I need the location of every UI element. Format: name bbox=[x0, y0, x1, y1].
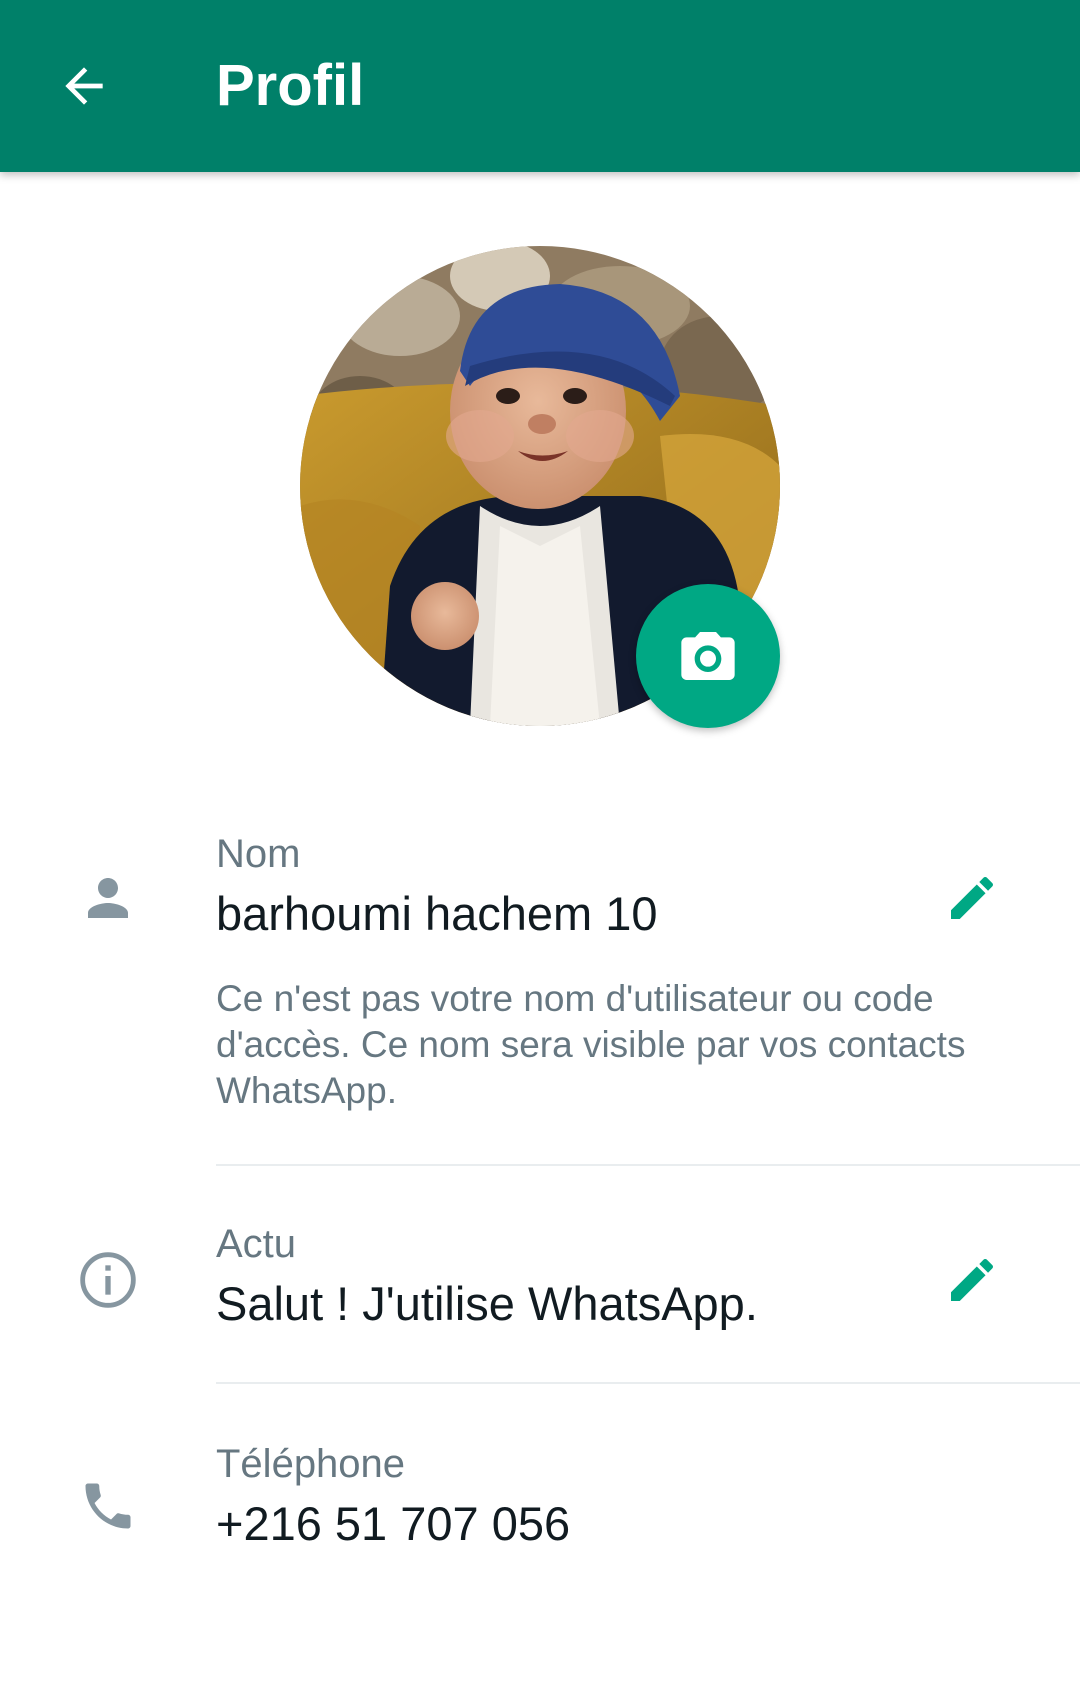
person-icon bbox=[72, 862, 144, 934]
phone-icon bbox=[72, 1470, 144, 1542]
pencil-icon bbox=[951, 876, 994, 919]
pencil-icon bbox=[951, 1258, 994, 1301]
info-icon bbox=[72, 1244, 144, 1316]
phone-value: +216 51 707 056 bbox=[216, 1497, 571, 1550]
phone-label: Téléphone bbox=[216, 1442, 406, 1486]
arrow-left-icon bbox=[65, 67, 103, 105]
about-value: Salut ! J'utilise WhatsApp. bbox=[216, 1277, 758, 1330]
divider bbox=[216, 1382, 1080, 1384]
about-label: Actu bbox=[216, 1222, 297, 1266]
top-app-bar: Profil bbox=[0, 0, 1080, 172]
page-title: Profil bbox=[216, 53, 365, 118]
divider bbox=[216, 1164, 1080, 1166]
change-photo-button[interactable] bbox=[636, 584, 780, 728]
name-label: Nom bbox=[216, 832, 301, 876]
name-value: barhoumi hachem 10 bbox=[216, 887, 658, 940]
name-hint: Ce n'est pas votre nom d'utilisateur ou … bbox=[216, 978, 966, 1111]
edit-about-button[interactable] bbox=[936, 1244, 1008, 1316]
name-row[interactable]: Nom barhoumi hachem 10 Ce n'est pas votr… bbox=[0, 820, 1080, 1120]
camera-icon bbox=[681, 632, 735, 680]
phone-row: Téléphone +216 51 707 056 bbox=[0, 1430, 1080, 1570]
about-row[interactable]: Actu Salut ! J'utilise WhatsApp. bbox=[0, 1210, 1080, 1350]
edit-name-button[interactable] bbox=[936, 862, 1008, 934]
back-button[interactable] bbox=[44, 46, 124, 126]
profile-photo-section bbox=[300, 246, 780, 728]
